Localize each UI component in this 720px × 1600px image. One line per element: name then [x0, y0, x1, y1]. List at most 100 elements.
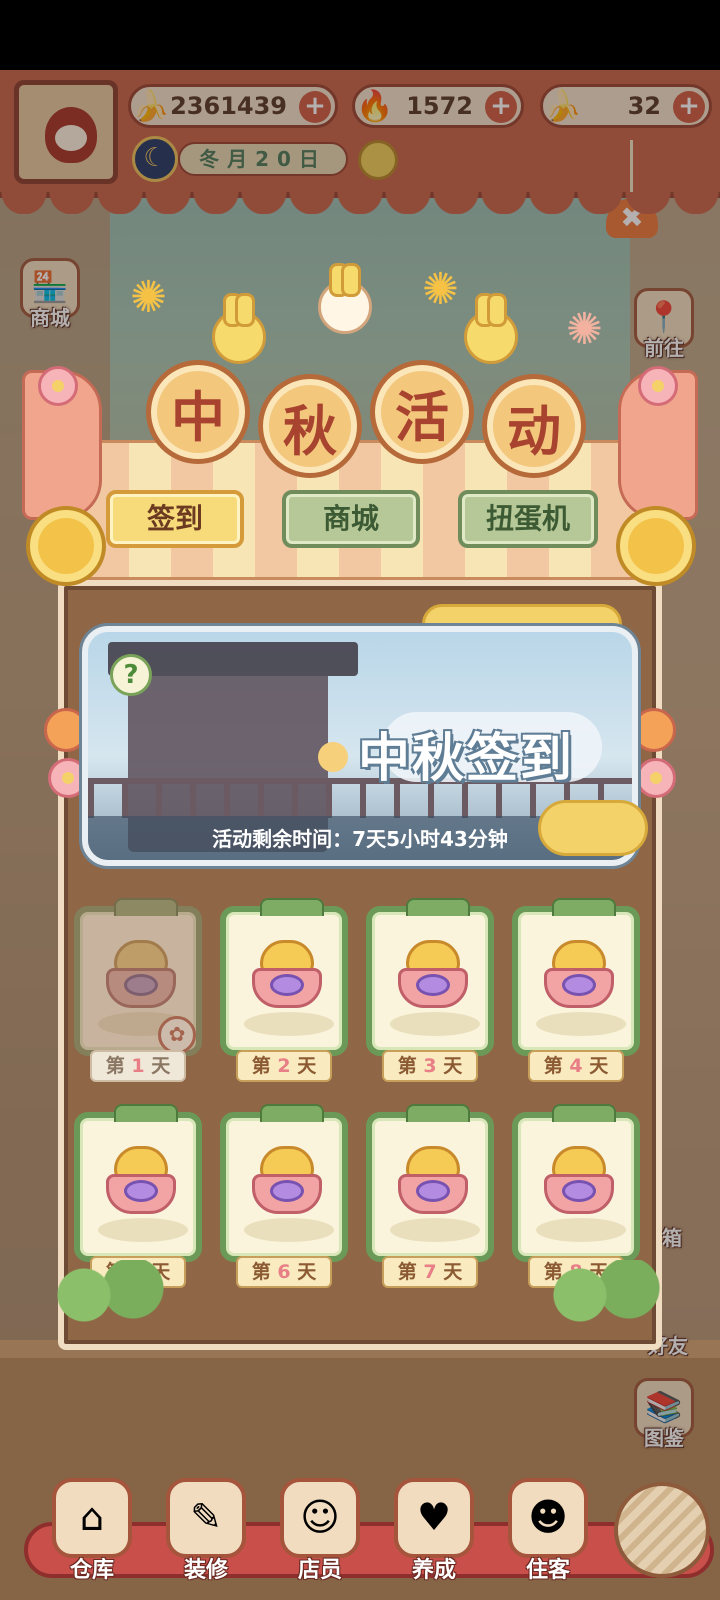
day-label: 第 3 天 [382, 1050, 478, 1082]
sign-in-days-grid: ✿ 第 1 天 第 2 天 第 3 天 第 4 天 第 5 天 第 6 天 第 … [74, 898, 644, 1300]
help-icon[interactable]: ? [110, 654, 152, 696]
gold-cloud-decoration [538, 800, 648, 856]
day-prefix: 第 [397, 1055, 417, 1077]
card-shadow [536, 1218, 626, 1242]
nav-staff[interactable]: ☺ 店员 [274, 1478, 366, 1596]
card-shadow [244, 1012, 334, 1036]
bottom-nav: ⌂ 仓库 ✎ 装修 ☺ 店员 ♥ 养成 ☻ 住客 [0, 1470, 720, 1600]
rabbit-mascot-icon [212, 293, 266, 364]
white-rabbit-icon [318, 263, 372, 334]
day-7-reward[interactable]: 第 7 天 [366, 1104, 494, 1296]
leaves-decoration [538, 1260, 678, 1330]
nav-decorate[interactable]: ✎ 装修 [160, 1478, 252, 1596]
event-tabs: 签到 商城 扭蛋机 [106, 490, 626, 550]
nav-warehouse[interactable]: ⌂ 仓库 [46, 1478, 138, 1596]
lantern-left-icon [26, 506, 106, 586]
day-2-reward[interactable]: 第 2 天 [220, 898, 348, 1090]
nav-label: 住客 [525, 1558, 570, 1583]
day-number: 4 [569, 1055, 583, 1077]
nav-label: 装修 [183, 1558, 228, 1583]
card-shadow [244, 1218, 334, 1242]
mooncake-basket-icon [398, 1146, 468, 1216]
day-6-reward[interactable]: 第 6 天 [220, 1104, 348, 1296]
hanging-ornament-icon [632, 708, 676, 752]
lamp-glow [318, 742, 348, 772]
lantern-right-icon [616, 506, 696, 586]
leaves-decoration [42, 1260, 182, 1330]
mooncake-basket-icon [106, 940, 176, 1010]
title-char: 秋 [258, 374, 362, 478]
reward-card [512, 898, 640, 1056]
mid-autumn-event-popup: ✺ ✺ ✺ 中 秋 活 动 签到 商城 扭蛋机 ? 中秋签到 活动剩余时间：7天… [18, 263, 702, 1350]
reward-card [220, 898, 348, 1056]
day-number: 2 [277, 1055, 291, 1077]
mooncake-basket-icon [398, 940, 468, 1010]
nav-label: 仓库 [69, 1558, 114, 1583]
day-number: 6 [277, 1261, 291, 1283]
mooncake-basket-icon [544, 1146, 614, 1216]
mooncake-basket-icon [544, 940, 614, 1010]
day-suffix: 天 [297, 1261, 317, 1283]
day-suffix: 天 [151, 1055, 171, 1077]
mooncake-basket-icon [252, 940, 322, 1010]
cat-staff-icon: ☺ [280, 1478, 360, 1558]
title-char: 动 [482, 374, 586, 478]
reward-card [366, 1104, 494, 1262]
day-prefix: 第 [397, 1261, 417, 1283]
firework-icon: ✺ [130, 272, 167, 323]
day-label: 第 2 天 [236, 1050, 332, 1082]
nav-label: 养成 [411, 1558, 456, 1583]
day-label: 第 4 天 [528, 1050, 624, 1082]
card-shadow [390, 1012, 480, 1036]
nav-label: 店员 [297, 1558, 342, 1583]
day-number: 3 [423, 1055, 437, 1077]
day-label: 第 6 天 [236, 1256, 332, 1288]
warehouse-icon: ⌂ [52, 1478, 132, 1558]
day-number: 1 [131, 1055, 145, 1077]
day-suffix: 天 [589, 1055, 609, 1077]
status-bar [0, 0, 720, 70]
brush-icon: ✎ [166, 1478, 246, 1558]
cat-growth-icon: ♥ [394, 1478, 474, 1558]
guest-icon: ☻ [508, 1478, 588, 1558]
day-label: 第 1 天 [90, 1050, 186, 1082]
day-prefix: 第 [105, 1055, 125, 1077]
day-1-reward[interactable]: ✿ 第 1 天 [74, 898, 202, 1090]
day-suffix: 天 [443, 1261, 463, 1283]
reward-card: ✿ [74, 898, 202, 1056]
banner-title: 中秋签到 [358, 728, 575, 789]
card-shadow [390, 1218, 480, 1242]
card-shadow [536, 1012, 626, 1036]
reward-card [74, 1104, 202, 1262]
day-suffix: 天 [297, 1055, 317, 1077]
blossom-icon [638, 366, 678, 406]
day-3-reward[interactable]: 第 3 天 [366, 898, 494, 1090]
yarn-ball-button[interactable] [614, 1482, 710, 1578]
event-title: 中 秋 活 动 [146, 360, 586, 478]
day-prefix: 第 [251, 1055, 271, 1077]
day-label: 第 7 天 [382, 1256, 478, 1288]
rabbit-mascot-icon [464, 293, 518, 364]
blossom-icon [38, 366, 78, 406]
firework-icon: ✺ [566, 304, 603, 355]
tab-gacha[interactable]: 扭蛋机 [458, 490, 598, 548]
reward-card [220, 1104, 348, 1262]
claimed-paw-stamp-icon: ✿ [158, 1016, 196, 1054]
reward-card [366, 898, 494, 1056]
reward-card [512, 1104, 640, 1262]
title-char: 中 [146, 360, 250, 464]
title-char: 活 [370, 360, 474, 464]
tab-sign-in[interactable]: 签到 [106, 490, 244, 548]
firework-icon: ✺ [422, 264, 459, 315]
day-number: 7 [423, 1261, 437, 1283]
day-prefix: 第 [251, 1261, 271, 1283]
blossom-icon [636, 758, 676, 798]
tab-shop[interactable]: 商城 [282, 490, 420, 548]
nav-growth[interactable]: ♥ 养成 [388, 1478, 480, 1596]
card-shadow [98, 1218, 188, 1242]
day-4-reward[interactable]: 第 4 天 [512, 898, 640, 1090]
mooncake-basket-icon [106, 1146, 176, 1216]
mooncake-basket-icon [252, 1146, 322, 1216]
day-prefix: 第 [543, 1055, 563, 1077]
nav-guests[interactable]: ☻ 住客 [502, 1478, 594, 1596]
